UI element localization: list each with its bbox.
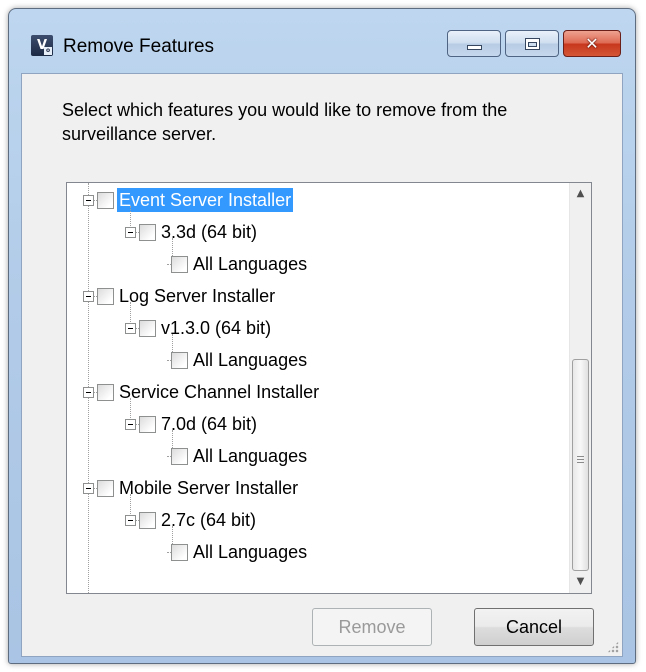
tree-node-label[interactable]: All Languages <box>191 444 309 468</box>
instructions-text: Select which features you would like to … <box>62 100 508 144</box>
tree-node-label[interactable]: v1.3.0 (64 bit) <box>159 316 273 340</box>
collapse-toggle-icon[interactable] <box>125 323 136 334</box>
tree-node-label[interactable]: 7.0d (64 bit) <box>159 412 259 436</box>
collapse-toggle-icon[interactable] <box>83 291 94 302</box>
tree-node-label[interactable]: Service Channel Installer <box>117 380 321 404</box>
collapse-toggle-icon[interactable] <box>125 227 136 238</box>
collapse-toggle-icon[interactable] <box>83 387 94 398</box>
tree-node-label[interactable]: All Languages <box>191 252 309 276</box>
resize-grip-icon[interactable] <box>607 641 619 653</box>
feature-checkbox[interactable] <box>171 544 188 561</box>
window-title: Remove Features <box>63 36 215 57</box>
close-button[interactable]: ✕ <box>563 30 621 57</box>
tree-node-label[interactable]: All Languages <box>191 348 309 372</box>
feature-checkbox[interactable] <box>171 352 188 369</box>
tree-node-label[interactable]: All Languages <box>191 540 309 564</box>
feature-checkbox[interactable] <box>97 192 114 209</box>
feature-checkbox[interactable] <box>139 416 156 433</box>
feature-checkbox[interactable] <box>97 288 114 305</box>
maximize-button[interactable] <box>505 30 559 57</box>
tree-node-label[interactable]: 2.7c (64 bit) <box>159 508 258 532</box>
title-bar[interactable]: Vo Remove Features ✕ <box>9 9 635 57</box>
feature-checkbox[interactable] <box>139 224 156 241</box>
feature-checkbox[interactable] <box>139 512 156 529</box>
feature-checkbox[interactable] <box>97 480 114 497</box>
collapse-toggle-icon[interactable] <box>125 419 136 430</box>
collapse-toggle-icon[interactable] <box>83 195 94 206</box>
close-icon: ✕ <box>585 34 599 53</box>
collapse-toggle-icon[interactable] <box>83 483 94 494</box>
feature-checkbox[interactable] <box>139 320 156 337</box>
feature-checkbox[interactable] <box>171 256 188 273</box>
scroll-thumb[interactable] <box>572 359 589 571</box>
tree-node-label[interactable]: 3.3d (64 bit) <box>159 220 259 244</box>
vertical-scrollbar[interactable]: ▲ ▼ <box>569 183 591 593</box>
app-logo-icon: Vo <box>31 35 53 56</box>
feature-checkbox[interactable] <box>97 384 114 401</box>
cancel-button[interactable]: Cancel <box>474 608 594 646</box>
tree-node-label[interactable]: Event Server Installer <box>117 188 294 212</box>
remove-button[interactable]: Remove <box>312 608 432 646</box>
tree-node-label[interactable]: Mobile Server Installer <box>117 476 300 500</box>
feature-tree[interactable]: Event Server Installer 3.3d (64 bit) All L… <box>66 182 592 594</box>
scroll-down-arrow-icon[interactable]: ▼ <box>570 571 591 593</box>
minimize-icon <box>467 45 482 50</box>
scroll-grip-icon <box>577 456 584 465</box>
scroll-up-arrow-icon[interactable]: ▲ <box>570 183 591 205</box>
maximize-icon <box>525 38 540 50</box>
dialog-body: Select which features you would like to … <box>21 73 623 657</box>
tree-node-label[interactable]: Log Server Installer <box>117 284 277 308</box>
remove-features-dialog: Vo Remove Features ✕ Select which featur… <box>8 8 636 664</box>
feature-checkbox[interactable] <box>171 448 188 465</box>
collapse-toggle-icon[interactable] <box>125 515 136 526</box>
minimize-button[interactable] <box>447 30 501 57</box>
